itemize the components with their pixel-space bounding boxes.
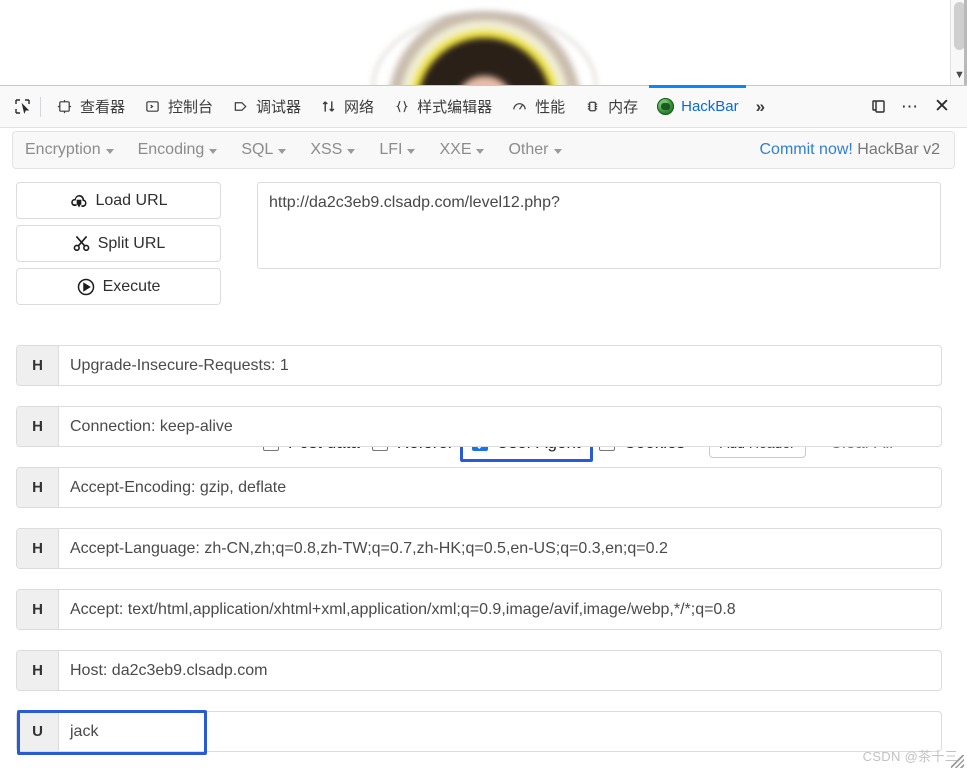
tab-inspector[interactable]: 查看器 <box>46 85 134 128</box>
load-url-label: Load URL <box>95 191 168 209</box>
url-input[interactable]: http://da2c3eb9.clsadp.com/level12.php? <box>257 182 941 269</box>
devtools-toolbar-right: ⋯ ✕ <box>863 93 967 121</box>
row-tag: H <box>17 468 59 507</box>
menu-lfi-label: LFI <box>379 141 403 158</box>
row-value-input[interactable]: Upgrade-Insecure-Requests: 1 <box>59 346 941 385</box>
tab-memory-label: 内存 <box>608 99 639 116</box>
tab-console-label: 控制台 <box>168 99 214 116</box>
dock-split-icon[interactable] <box>863 93 893 121</box>
close-icon[interactable]: ✕ <box>927 93 957 121</box>
tab-console[interactable]: 控制台 <box>134 85 222 128</box>
execute-button[interactable]: Execute <box>16 268 221 305</box>
tab-style-editor-label: 样式编辑器 <box>417 99 493 116</box>
table-row[interactable]: H Connection: keep-alive <box>16 406 942 447</box>
table-row[interactable]: U jack <box>16 710 942 755</box>
page-photo-rim <box>372 12 597 85</box>
chevron-down-icon <box>278 149 287 154</box>
split-url-label: Split URL <box>97 234 166 252</box>
split-url-button[interactable]: Split URL <box>16 225 221 262</box>
table-row[interactable]: H Accept-Language: zh-CN,zh;q=0.8,zh-TW;… <box>16 528 942 569</box>
more-options-icon[interactable]: ⋯ <box>895 93 925 121</box>
performance-icon <box>510 97 529 116</box>
row-tag: H <box>17 590 59 629</box>
table-row[interactable]: H Host: da2c3eb9.clsadp.com <box>16 650 942 691</box>
tab-performance-label: 性能 <box>535 99 566 116</box>
menu-sql-label: SQL <box>241 141 274 158</box>
row-tag: H <box>17 651 59 690</box>
tab-inspector-label: 查看器 <box>80 99 126 116</box>
style-editor-icon <box>392 97 411 116</box>
network-icon <box>319 97 338 116</box>
tab-overflow-icon[interactable]: » <box>748 97 773 117</box>
chevron-down-icon <box>407 149 416 154</box>
row-value-input[interactable]: Accept: text/html,application/xhtml+xml,… <box>59 590 941 629</box>
tab-network-label: 网络 <box>344 99 375 116</box>
menu-encoding[interactable]: Encoding <box>126 132 230 168</box>
row-tag: H <box>17 407 59 446</box>
row-value-input[interactable]: Connection: keep-alive <box>59 407 941 446</box>
tab-style-editor[interactable]: 样式编辑器 <box>383 85 501 128</box>
menu-other[interactable]: Other <box>496 132 573 168</box>
memory-icon <box>583 97 602 116</box>
row-value-input[interactable]: Accept-Language: zh-CN,zh;q=0.8,zh-TW;q=… <box>59 529 941 568</box>
commit-now-link[interactable]: Commit now! <box>759 141 852 158</box>
tab-hackbar-label: HackBar <box>681 98 739 115</box>
chevron-down-icon <box>105 149 114 154</box>
row-tag: H <box>17 529 59 568</box>
execute-label: Execute <box>102 277 161 295</box>
menu-xxe[interactable]: XXE <box>427 132 496 168</box>
tab-memory[interactable]: 内存 <box>574 85 647 128</box>
cloud-download-icon <box>69 191 88 210</box>
element-picker-icon[interactable] <box>7 93 37 121</box>
table-row[interactable]: H Accept-Encoding: gzip, deflate <box>16 467 942 508</box>
chevron-down-icon <box>476 149 485 154</box>
toolbar-divider <box>40 96 41 117</box>
menu-xss-label: XSS <box>310 141 343 158</box>
play-circle-icon <box>77 277 96 296</box>
menu-xss[interactable]: XSS <box>298 132 367 168</box>
row-tag: H <box>17 346 59 385</box>
hackbar-menubar: Encryption Encoding SQL XSS LFI XXE Othe… <box>12 131 955 169</box>
tab-debugger-label: 调试器 <box>256 99 302 116</box>
header-rows-list: H Upgrade-Insecure-Requests: 1 H Connect… <box>16 345 942 772</box>
menu-xxe-label: XXE <box>439 141 472 158</box>
debugger-icon <box>231 97 250 116</box>
chevron-down-icon <box>553 149 562 154</box>
menu-sql[interactable]: SQL <box>229 132 298 168</box>
inspector-icon <box>55 97 74 116</box>
chevron-down-icon <box>347 149 356 154</box>
chevron-down-icon <box>209 149 218 154</box>
menu-encryption[interactable]: Encryption <box>13 132 126 168</box>
devtools-toolbar: 查看器 控制台 调试器 网络 样式编辑器 性能 内存 HackBar » ⋯ ✕ <box>0 85 967 128</box>
hackbar-icon <box>656 97 675 116</box>
web-page-content: ▼ <box>0 0 967 85</box>
row-value-input[interactable]: Accept-Encoding: gzip, deflate <box>59 468 941 507</box>
load-url-button[interactable]: Load URL <box>16 182 221 219</box>
menu-lfi[interactable]: LFI <box>367 132 427 168</box>
hackbar-panel: Encryption Encoding SQL XSS LFI XXE Othe… <box>0 128 967 771</box>
console-icon <box>143 97 162 116</box>
menu-other-label: Other <box>508 141 549 158</box>
scissors-icon <box>72 234 91 253</box>
tab-performance[interactable]: 性能 <box>501 85 574 128</box>
row-value-input[interactable]: jack <box>59 712 941 751</box>
menu-encryption-label: Encryption <box>25 141 101 158</box>
table-row[interactable]: H Accept: text/html,application/xhtml+xm… <box>16 589 942 630</box>
row-tag: U <box>17 712 59 751</box>
commit-now-area: Commit now! HackBar v2 <box>759 141 954 159</box>
tab-network[interactable]: 网络 <box>310 85 383 128</box>
tab-hackbar[interactable]: HackBar <box>647 85 748 128</box>
menu-encoding-label: Encoding <box>137 141 205 158</box>
watermark: CSDN @茶十三 <box>862 749 958 764</box>
row-value-input[interactable]: Host: da2c3eb9.clsadp.com <box>59 651 941 690</box>
table-row[interactable]: H Upgrade-Insecure-Requests: 1 <box>16 345 942 386</box>
tab-debugger[interactable]: 调试器 <box>222 85 310 128</box>
hackbar-version-label: HackBar v2 <box>857 141 940 158</box>
